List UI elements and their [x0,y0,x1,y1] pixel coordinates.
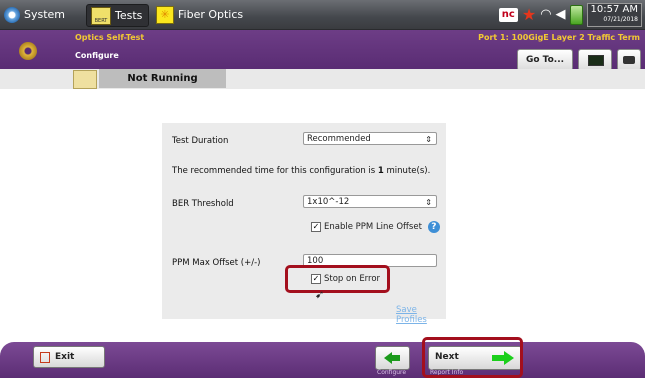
system-gear-icon [4,6,20,23]
test-title: Optics Self-Test [75,33,145,42]
clock: 10:57 AM 07/21/2018 [586,2,642,27]
ber-threshold-value: 1x10^-12 [307,197,350,207]
recommended-prefix: The recommended time for this configurat… [172,166,378,176]
settings-gear-icon[interactable] [19,42,37,60]
page-title: Configure [75,51,119,60]
enable-ppm-line-offset-checkbox[interactable]: ✓ Enable PPM Line Offset ? [311,221,440,233]
speaker-icon[interactable]: ◀ [556,7,566,22]
system-tab[interactable]: System [4,4,65,25]
nc-badge[interactable]: nc [498,7,518,22]
system-tab-label: System [24,8,66,21]
exit-label: Exit [55,352,75,362]
recommended-suffix: minute(s). [383,166,431,176]
camera-icon [623,56,635,64]
mouse-cursor-icon: ➹ [315,288,325,301]
battery-icon[interactable] [569,4,583,25]
test-status-label: Not Running [99,69,226,88]
test-duration-label: Test Duration [172,136,229,146]
screenshot-button[interactable] [617,49,641,71]
select-arrows-icon: ⇕ [425,198,432,207]
test-duration-value: Recommended [307,134,371,144]
select-arrows-icon: ⇕ [425,135,432,144]
star-icon[interactable]: ★ [522,5,536,24]
checkbox-checked-icon: ✓ [311,222,321,232]
back-button-sublabel: Configure [377,369,407,376]
fiber-optics-tab[interactable]: ✳ Fiber Optics [152,4,249,25]
test-duration-select[interactable]: Recommended ⇕ [303,132,437,145]
recommended-time-text: The recommended time for this configurat… [172,166,430,176]
back-button[interactable] [375,346,410,370]
tests-tab-label: Tests [115,9,143,22]
bert-icon: BERT [91,6,111,25]
status-tray: nc ★ ◠ ◀ 10:57 AM 07/21/2018 [498,2,642,27]
fiber-optics-icon: ✳ [156,5,174,24]
fiber-optics-tab-label: Fiber Optics [178,8,244,21]
goto-button[interactable]: Go To... [517,49,573,71]
clock-time: 10:57 AM [590,3,638,15]
test-status-led [73,70,97,89]
ber-threshold-label: BER Threshold [172,199,234,209]
enable-ppm-line-offset-label: Enable PPM Line Offset [324,222,422,232]
arrow-left-icon-shaft [391,355,400,361]
help-icon[interactable]: ? [427,221,440,233]
monitor-icon [588,55,604,66]
clock-date: 07/21/2018 [603,15,638,23]
exit-icon [40,351,50,363]
ppm-max-offset-label: PPM Max Offset (+/-) [172,258,261,268]
ber-threshold-select[interactable]: 1x10^-12 ⇕ [303,195,437,208]
wifi-icon[interactable]: ◠ [540,7,551,22]
test-header: Optics Self-Test Configure Port 1: 100Gi… [0,30,645,72]
exit-button[interactable]: Exit [33,346,105,368]
next-button-highlight [422,337,523,378]
port-label: Port 1: 100GigE Layer 2 Traffic Term [478,33,640,42]
tests-tab[interactable]: BERT Tests [86,4,150,27]
system-top-bar: System BERT Tests ✳ Fiber Optics nc ★ ◠ … [0,0,645,30]
save-profiles-link[interactable]: Save Profiles [396,305,446,325]
monitor-button[interactable] [578,49,612,71]
stop-on-error-highlight [285,265,390,293]
